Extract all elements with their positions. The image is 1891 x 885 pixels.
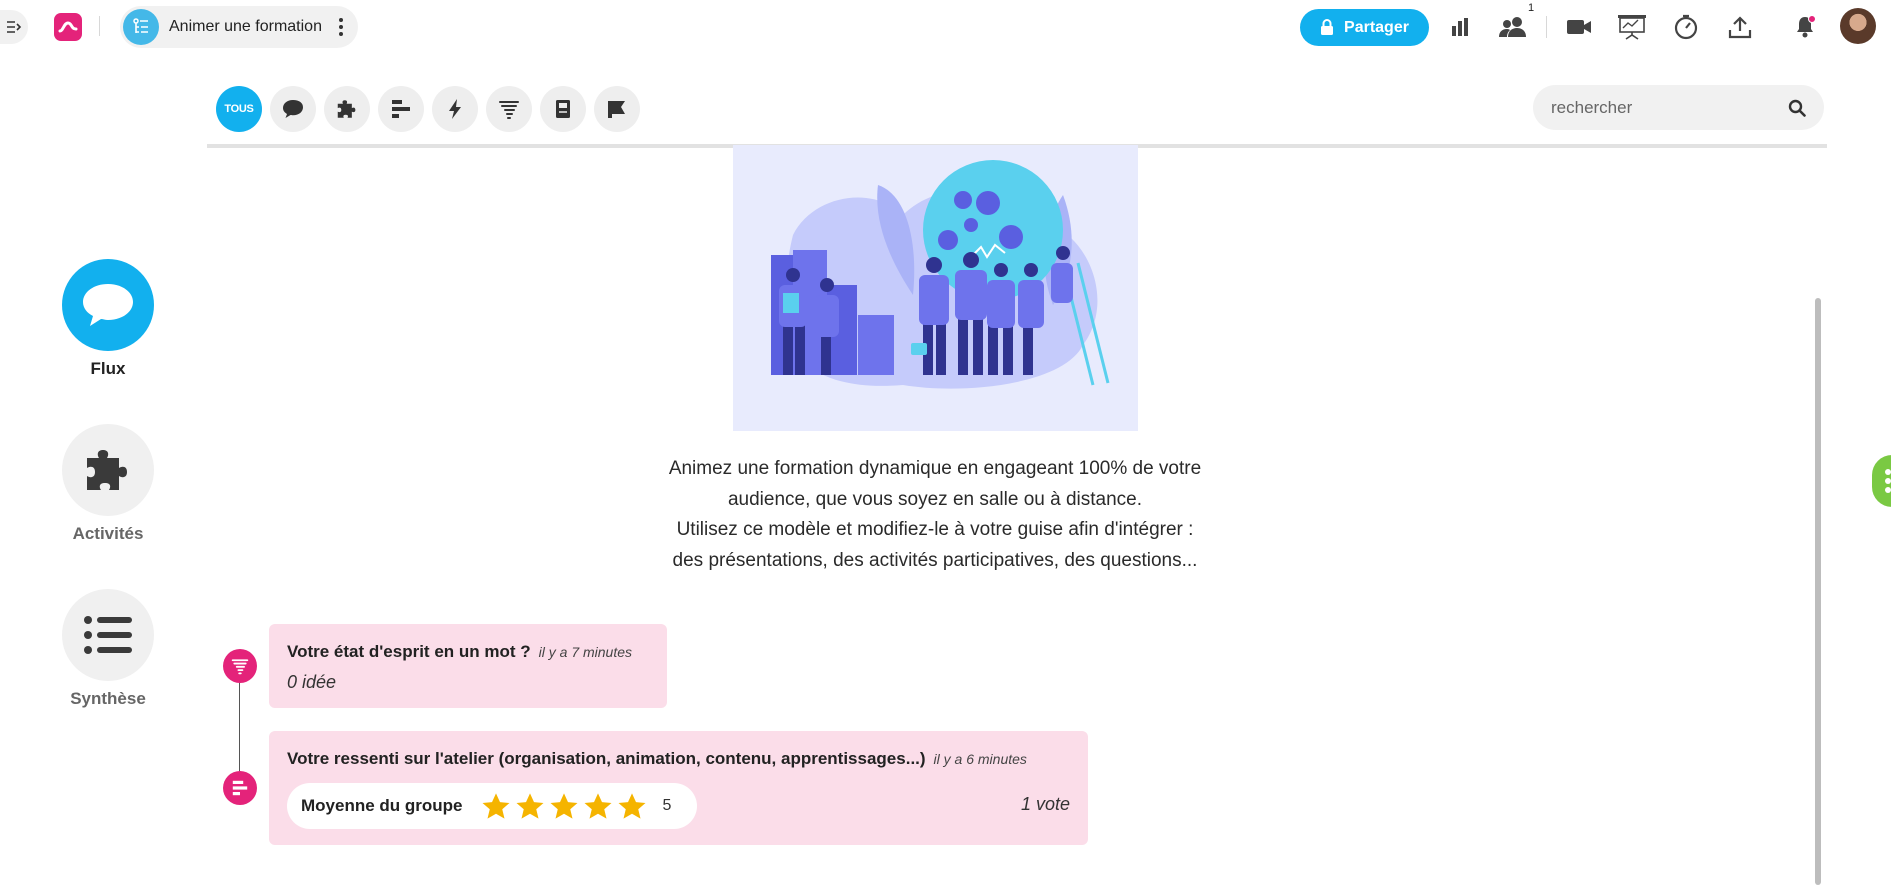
puzzle-icon bbox=[337, 100, 356, 118]
filter-bar: TOUS bbox=[207, 82, 1827, 148]
hero-description: Animez une formation dynamique en engage… bbox=[600, 454, 1270, 576]
feed-card-wordcloud[interactable]: Votre état d'esprit en un mot ? il y a 7 … bbox=[269, 624, 667, 708]
top-bar: Animer une formation Partager 1 bbox=[0, 0, 1891, 53]
group-rating: Moyenne du groupe 5 bbox=[287, 783, 697, 829]
filter-all-label: TOUS bbox=[224, 103, 254, 115]
lock-icon bbox=[1321, 19, 1334, 35]
rating-value: 5 bbox=[662, 797, 672, 814]
puzzle-icon bbox=[87, 450, 127, 490]
nav-synthese-circle bbox=[62, 589, 154, 681]
divider bbox=[99, 16, 100, 36]
book-icon bbox=[556, 100, 570, 118]
flag-icon bbox=[608, 101, 625, 118]
card-title: Votre ressenti sur l'atelier (organisati… bbox=[287, 749, 1070, 769]
nav-activites-label: Activités bbox=[72, 524, 144, 543]
share-label: Partager bbox=[1344, 18, 1409, 36]
nav-synthese-label: Synthèse bbox=[70, 689, 146, 708]
participants-count-badge: 1 bbox=[1528, 2, 1535, 14]
search-icon[interactable] bbox=[1788, 99, 1806, 117]
hero-line: Utilisez ce modèle et modifiez-le à votr… bbox=[676, 519, 1194, 540]
logo-icon bbox=[58, 21, 78, 33]
session-title: Animer une formation bbox=[169, 18, 322, 35]
feed-card-rating[interactable]: Votre ressenti sur l'atelier (organisati… bbox=[269, 731, 1088, 845]
filter-polls-button[interactable] bbox=[378, 86, 424, 132]
rating-label: Moyenne du groupe bbox=[301, 796, 463, 815]
filter-wordcloud-button[interactable] bbox=[486, 86, 532, 132]
notifications-bell-icon[interactable] bbox=[1790, 12, 1820, 42]
hero-line: audience, que vous soyez en salle ou à d… bbox=[727, 488, 1143, 510]
presentation-icon[interactable] bbox=[1617, 12, 1647, 42]
card-timestamp: il y a 7 minutes bbox=[538, 644, 633, 660]
nav-flux-label: Flux bbox=[90, 359, 126, 378]
sidebar-toggle-button[interactable] bbox=[0, 10, 28, 44]
idea-count: 0 idée bbox=[287, 672, 337, 692]
card-timestamp: il y a 6 minutes bbox=[933, 751, 1027, 767]
comment-icon bbox=[283, 100, 303, 118]
filter-flag-button[interactable] bbox=[594, 86, 640, 132]
star-icon bbox=[550, 792, 577, 819]
nav-item-synthese[interactable]: Synthèse bbox=[62, 589, 154, 709]
card-title-text: Votre état d'esprit en un mot ? bbox=[287, 642, 531, 661]
share-button[interactable]: Partager bbox=[1300, 9, 1429, 46]
timer-icon[interactable] bbox=[1671, 12, 1701, 42]
nav-activites-circle bbox=[62, 424, 154, 516]
list-icon bbox=[84, 616, 132, 654]
app-logo[interactable] bbox=[54, 13, 82, 41]
filter-comments-button[interactable] bbox=[270, 86, 316, 132]
filter-activities-button[interactable] bbox=[324, 86, 370, 132]
video-icon[interactable] bbox=[1564, 12, 1594, 42]
filter-all-button[interactable]: TOUS bbox=[216, 86, 262, 132]
filter-resources-button[interactable] bbox=[540, 86, 586, 132]
more-options-icon[interactable] bbox=[336, 18, 346, 36]
hero-illustration bbox=[733, 145, 1138, 431]
rating-stars bbox=[481, 792, 647, 821]
star-icon bbox=[516, 792, 543, 819]
agenda-icon bbox=[123, 9, 159, 45]
hero-line: des présentations, des activités partici… bbox=[672, 549, 1198, 571]
nav-flux-circle bbox=[62, 259, 154, 351]
search-input[interactable] bbox=[1551, 97, 1788, 118]
session-title-pill[interactable]: Animer une formation bbox=[120, 6, 358, 48]
wordcloud-activity-icon bbox=[223, 649, 257, 683]
chat-bubble-icon bbox=[83, 284, 133, 326]
divider bbox=[1546, 16, 1547, 38]
lightning-icon bbox=[449, 99, 461, 119]
card-title: Votre état d'esprit en un mot ? il y a 7 … bbox=[287, 642, 649, 662]
participants-icon[interactable] bbox=[1498, 12, 1528, 42]
nav-item-activites[interactable]: Activités bbox=[62, 424, 154, 544]
search-box[interactable] bbox=[1533, 85, 1824, 130]
star-icon bbox=[618, 792, 645, 819]
filter-quick-button[interactable] bbox=[432, 86, 478, 132]
star-icon bbox=[584, 792, 611, 819]
rating-activity-icon bbox=[223, 771, 257, 805]
rating-list-icon bbox=[232, 780, 248, 796]
hero-line: Animez une formation dynamique en engage… bbox=[668, 458, 1202, 479]
star-icon bbox=[482, 792, 509, 819]
tornado-icon bbox=[231, 659, 249, 675]
statistics-icon[interactable] bbox=[1445, 12, 1475, 42]
timeline-line bbox=[239, 666, 240, 788]
side-panel-handle[interactable] bbox=[1872, 455, 1891, 507]
tornado-icon bbox=[499, 101, 519, 119]
scrollbar[interactable] bbox=[1815, 298, 1821, 885]
upload-icon[interactable] bbox=[1725, 12, 1755, 42]
vote-count: 1 vote bbox=[1020, 794, 1070, 814]
bar-chart-icon bbox=[392, 100, 410, 118]
user-avatar[interactable] bbox=[1840, 8, 1876, 44]
nav-item-flux[interactable]: Flux bbox=[62, 259, 154, 379]
expand-menu-icon bbox=[7, 21, 22, 33]
card-title-text: Votre ressenti sur l'atelier (organisati… bbox=[287, 749, 926, 768]
